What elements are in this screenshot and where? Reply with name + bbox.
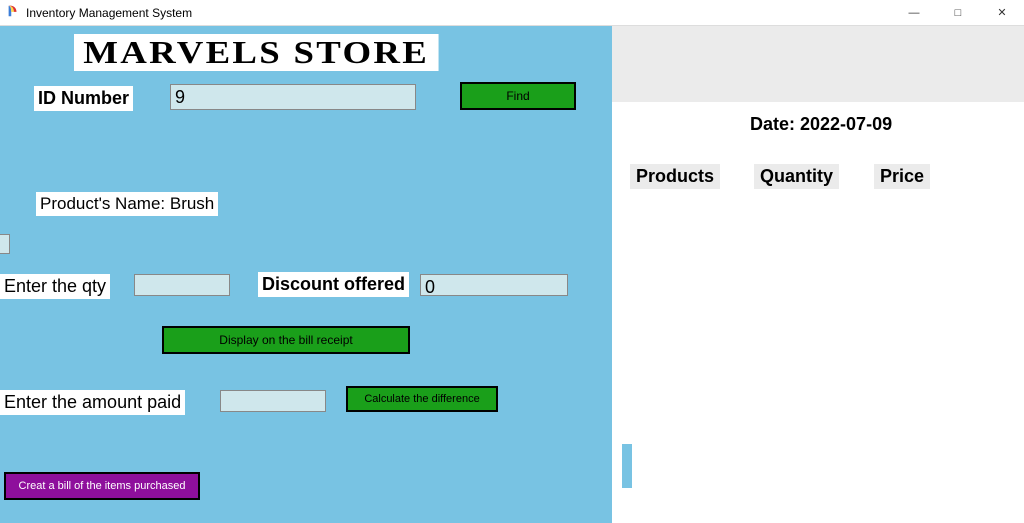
qty-label: Enter the qty: [0, 274, 110, 299]
col-products: Products: [630, 164, 720, 189]
receipt-panel: Date: 2022-07-09 Products Quantity Price: [612, 26, 1024, 523]
discount-input[interactable]: 0: [420, 274, 568, 296]
close-button[interactable]: ✕: [980, 0, 1024, 26]
amount-paid-input[interactable]: [220, 390, 326, 412]
find-button[interactable]: Find: [460, 82, 576, 110]
calculate-difference-button[interactable]: Calculate the difference: [346, 386, 498, 412]
store-title: MARVELS STORE: [74, 34, 438, 71]
amount-paid-label: Enter the amount paid: [0, 390, 185, 415]
id-number-value: 9: [175, 87, 185, 107]
window-controls: — □ ✕: [892, 0, 1024, 26]
receipt-date: Date: 2022-07-09: [744, 112, 898, 137]
stray-entry[interactable]: [0, 234, 10, 254]
product-name-label: Product's Name: Brush: [36, 192, 218, 216]
col-price: Price: [874, 164, 930, 189]
app-icon: [6, 4, 20, 21]
form-panel: MARVELS STORE ID Number 9 Find Product's…: [0, 26, 612, 523]
window-title: Inventory Management System: [26, 6, 192, 20]
id-number-input[interactable]: 9: [170, 84, 416, 110]
minimize-button[interactable]: —: [892, 0, 936, 26]
receipt-header-bg: [612, 26, 1024, 102]
window-titlebar: Inventory Management System — □ ✕: [0, 0, 1024, 26]
create-bill-button[interactable]: Creat a bill of the items purchased: [4, 472, 200, 500]
id-number-label: ID Number: [34, 86, 133, 111]
discount-label: Discount offered: [258, 272, 409, 297]
display-bill-button[interactable]: Display on the bill receipt: [162, 326, 410, 354]
col-quantity: Quantity: [754, 164, 839, 189]
discount-value: 0: [425, 277, 435, 297]
qty-input[interactable]: [134, 274, 230, 296]
receipt-scroll-indicator: [622, 444, 632, 488]
maximize-button[interactable]: □: [936, 0, 980, 26]
